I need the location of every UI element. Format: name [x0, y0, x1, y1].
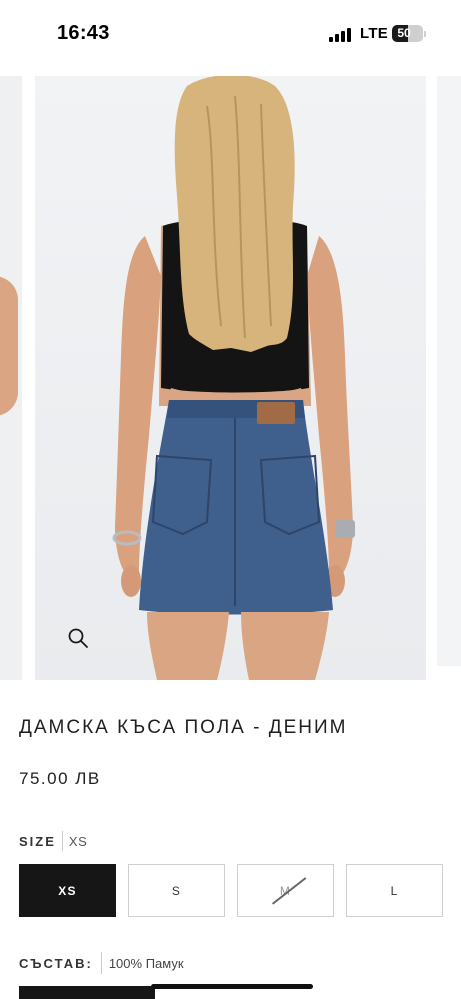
size-selection-row: SIZE XS	[19, 831, 87, 851]
add-to-cart-button[interactable]	[19, 986, 155, 999]
size-option-l[interactable]: L	[346, 864, 443, 917]
size-option-label: XS	[58, 883, 77, 898]
product-title: ДАМСКА КЪСА ПОЛА - ДЕНИМ	[19, 717, 348, 738]
selected-size-value: XS	[68, 833, 88, 849]
composition-row: СЪСТАВ: 100% Памук	[19, 952, 184, 974]
model-illustration	[112, 76, 355, 680]
battery-cap	[424, 31, 426, 37]
gallery-next-slide[interactable]	[437, 76, 461, 666]
size-divider	[61, 831, 63, 851]
status-bar: 16:43 LTE 50	[0, 0, 461, 70]
status-time: 16:43	[57, 22, 110, 44]
network-type: LTE	[360, 25, 389, 42]
composition-divider	[100, 952, 102, 974]
battery-icon: 50	[392, 25, 426, 42]
magnifier-icon	[68, 628, 88, 648]
size-option-label: S	[171, 883, 182, 898]
gallery-previous-slide[interactable]	[0, 76, 22, 680]
signal-icon	[329, 26, 353, 42]
size-label: SIZE	[19, 833, 56, 849]
size-option-xs[interactable]: XS	[19, 864, 116, 917]
size-option-label: L	[390, 883, 399, 898]
composition-value: 100% Памук	[108, 955, 184, 971]
battery-percent: 50	[397, 26, 411, 40]
product-image[interactable]	[35, 76, 426, 680]
composition-label: СЪСТАВ:	[19, 955, 93, 971]
zoom-button[interactable]	[58, 618, 98, 658]
size-option-s[interactable]: S	[128, 864, 225, 917]
home-indicator[interactable]	[151, 984, 313, 989]
size-option-m[interactable]: M	[237, 864, 334, 917]
product-price: 75.00 ЛВ	[19, 769, 101, 788]
unavailable-strike	[271, 877, 307, 905]
product-gallery[interactable]	[0, 76, 461, 680]
